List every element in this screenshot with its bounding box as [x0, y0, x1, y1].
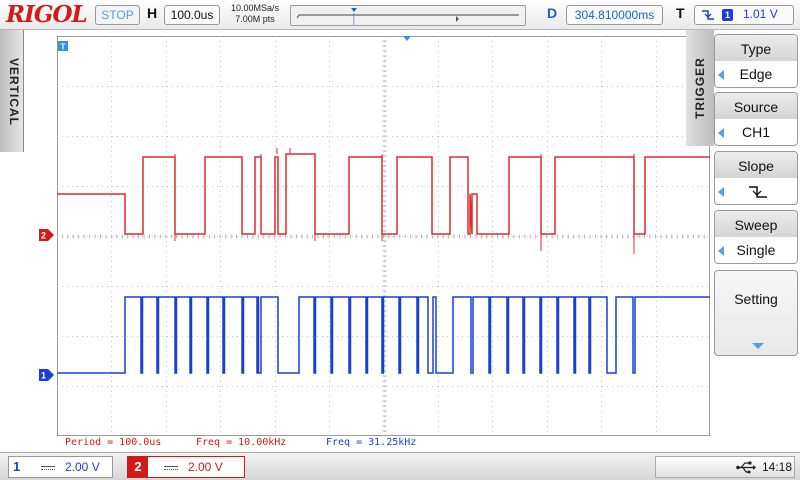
menu-slope[interactable]: Slope	[714, 151, 798, 205]
top-status-bar: RIGOL STOP H 100.0us 10.00MSa/s 7.00M pt…	[0, 0, 800, 30]
sample-rate: 10.00MSa/s	[230, 3, 280, 13]
menu-source-title: Source	[715, 93, 797, 119]
svg-text:2: 2	[41, 231, 46, 241]
ch2-number: 2	[128, 457, 148, 477]
measurement-freq-ch2: Freq = 10.00kHz	[196, 437, 287, 448]
sample-info: 10.00MSa/s 7.00M pts	[226, 3, 284, 25]
menu-sweep-value: Single	[736, 242, 776, 258]
chevron-down-icon	[752, 343, 764, 349]
ch2-ground-marker[interactable]: 2	[38, 228, 56, 242]
menu-setting-title: Setting	[734, 291, 778, 307]
clock: 14:18	[762, 460, 793, 474]
trigger-level: 1.01 V	[743, 7, 778, 21]
trigger-status[interactable]: 1 1.01 V	[694, 5, 794, 25]
menu-type[interactable]: Type Edge	[714, 34, 798, 88]
timebase-value[interactable]: 100.0us	[164, 5, 220, 25]
delay-value[interactable]: 304.810000ms	[566, 5, 663, 25]
ch1-settings[interactable]: 1 2.00 V	[8, 456, 113, 478]
usb-icon	[736, 461, 756, 474]
ch1-ground-marker[interactable]: 1	[38, 368, 56, 382]
measurement-period: Period = 100.0us	[65, 437, 162, 448]
left-arrow-icon	[718, 187, 724, 197]
ch2-settings[interactable]: 2 2.00 V	[127, 456, 245, 478]
horizontal-label: H	[147, 5, 158, 21]
memory-overview-bar[interactable]	[290, 5, 526, 26]
trigger-menu-tab[interactable]: TRIGGER	[686, 30, 714, 146]
falling-edge-icon	[702, 10, 714, 20]
menu-type-value: Edge	[739, 66, 773, 82]
system-status: 14:18	[655, 456, 795, 478]
menu-slope-title: Slope	[715, 152, 797, 178]
menu-source-value: CH1	[741, 124, 770, 140]
memory-depth: 7.00M pts	[235, 14, 275, 24]
svg-text:1: 1	[41, 371, 46, 381]
ch2-scale: 2.00 V	[188, 460, 223, 474]
menu-sweep-title: Sweep	[715, 211, 797, 237]
dc-coupling-icon	[164, 466, 178, 470]
menu-setting[interactable]: Setting	[714, 270, 798, 356]
run-status-badge[interactable]: STOP	[95, 5, 140, 25]
trigger-menu-panel: Type Edge Source CH1 Slope Sweep Single …	[714, 34, 798, 450]
waveform-svg: T	[57, 36, 710, 436]
waveform-display[interactable]: T	[57, 36, 710, 436]
brand-logo: RIGOL	[6, 1, 88, 28]
trigger-label: T	[676, 5, 685, 21]
vertical-menu-tab[interactable]: VERTICAL	[0, 30, 24, 152]
menu-sweep[interactable]: Sweep Single	[714, 210, 798, 264]
svg-text:T: T	[61, 43, 66, 52]
trigger-tab-label: TRIGGER	[693, 57, 707, 119]
bottom-status-bar: 1 2.00 V 2 2.00 V 14:18	[0, 452, 800, 480]
menu-source[interactable]: Source CH1	[714, 92, 798, 146]
vertical-tab-label: VERTICAL	[7, 58, 21, 126]
delay-label: D	[547, 5, 558, 21]
falling-edge-icon	[749, 186, 767, 198]
ch1-scale: 2.00 V	[65, 460, 100, 474]
dc-coupling-icon	[41, 466, 55, 470]
ch1-number: 1	[13, 459, 21, 474]
trigger-channel-badge: 1	[722, 9, 733, 21]
menu-type-title: Type	[715, 35, 797, 61]
measurement-freq-ch1: Freq = 31.25kHz	[326, 437, 417, 448]
oscilloscope-screen: RIGOL STOP H 100.0us 10.00MSa/s 7.00M pt…	[0, 0, 800, 480]
